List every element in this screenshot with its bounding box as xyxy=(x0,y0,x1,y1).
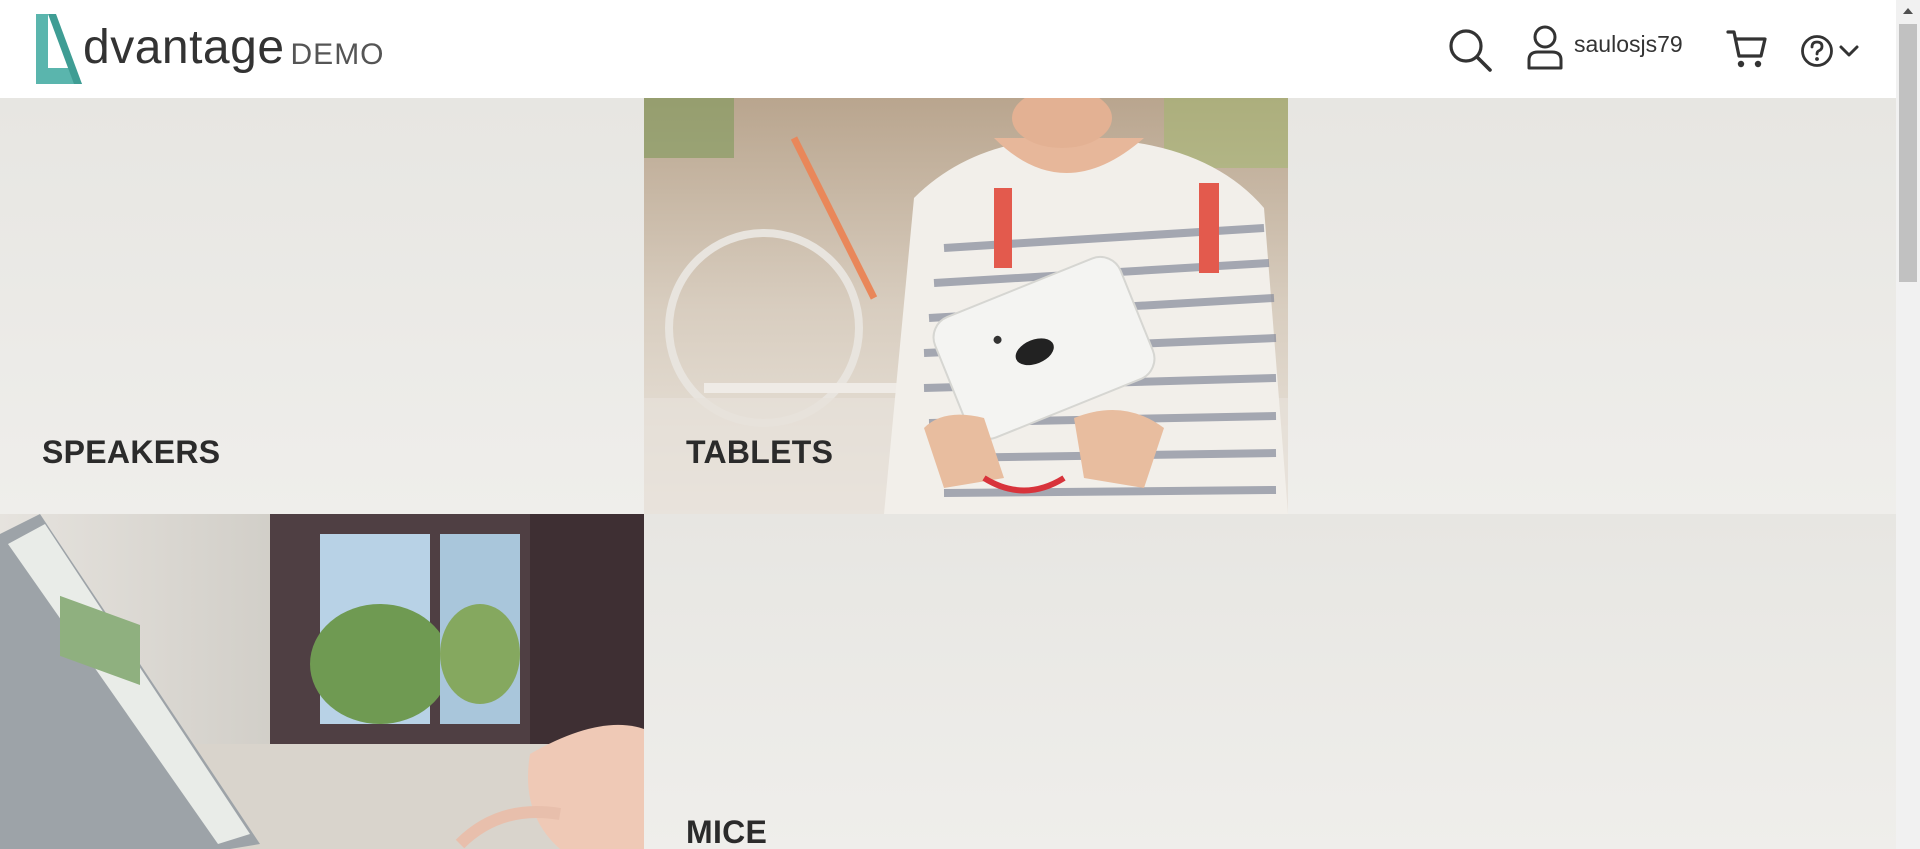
laptops-category-photo xyxy=(0,514,644,849)
site-header: dvantage DEMO saulosjs79 xyxy=(0,0,1896,98)
help-icon xyxy=(1801,35,1833,67)
page-scrollbar[interactable] xyxy=(1896,0,1920,849)
category-tile-laptops[interactable] xyxy=(0,514,644,849)
scrollbar-thumb[interactable] xyxy=(1899,24,1917,282)
scroll-up-button[interactable] xyxy=(1896,0,1920,22)
category-tile-speakers[interactable]: SPEAKERS xyxy=(0,98,644,514)
category-tile-mice[interactable]: MICE xyxy=(644,514,1896,849)
search-button[interactable] xyxy=(1448,28,1494,74)
logo-mark-icon xyxy=(36,14,82,84)
help-menu-button[interactable] xyxy=(1800,32,1860,70)
chevron-down-icon xyxy=(1839,45,1859,57)
cart-button[interactable] xyxy=(1726,28,1768,70)
user-icon xyxy=(1527,25,1563,70)
search-icon xyxy=(1449,29,1492,72)
logo-text: dvantage xyxy=(83,21,285,74)
logo-suffix: DEMO xyxy=(290,38,385,71)
category-label-tablets: TABLETS xyxy=(686,434,834,470)
scroll-up-arrow-icon xyxy=(1903,8,1913,14)
cart-icon xyxy=(1726,30,1767,68)
username-label: saulosjs79 xyxy=(1574,30,1683,57)
category-tile-tablets[interactable]: TABLETS xyxy=(644,98,1288,514)
category-tile-blank[interactable] xyxy=(1288,98,1896,514)
category-label-mice: MICE xyxy=(686,814,768,849)
site-logo[interactable]: dvantage DEMO xyxy=(34,14,385,84)
user-menu-button[interactable]: saulosjs79 xyxy=(1526,22,1683,72)
category-label-speakers: SPEAKERS xyxy=(42,434,221,470)
